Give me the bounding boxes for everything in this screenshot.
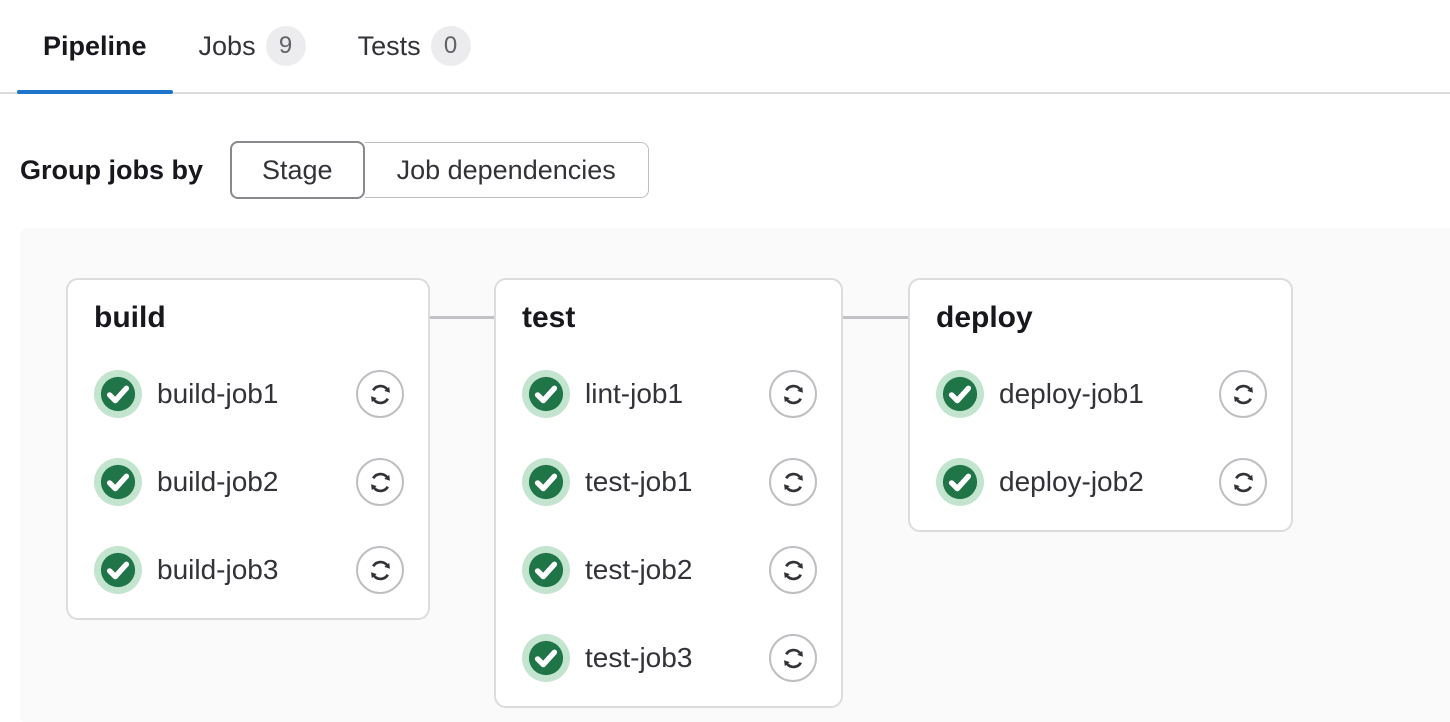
retry-job-button[interactable] [769, 370, 817, 418]
retry-icon [1230, 469, 1257, 496]
retry-icon [780, 469, 807, 496]
stage-job-list: build-job1 build-job2 build-job3 [94, 370, 404, 594]
stage-card-build: build build-job1 build-job2 build-job3 [66, 278, 430, 620]
retry-job-button[interactable] [769, 458, 817, 506]
retry-job-button[interactable] [769, 634, 817, 682]
group-jobs-by-row: Group jobs by Stage Job dependencies [20, 141, 1450, 199]
job-name-link[interactable]: build-job2 [157, 466, 278, 498]
group-by-stage-button[interactable]: Stage [230, 141, 365, 199]
retry-icon [367, 381, 394, 408]
group-jobs-by-label: Group jobs by [20, 155, 203, 186]
tab-jobs-label: Jobs [199, 31, 256, 62]
job-row[interactable]: deploy-job1 [936, 370, 1267, 418]
retry-icon [367, 557, 394, 584]
stage-connector-test-deploy [841, 316, 910, 319]
status-success-icon [522, 634, 570, 682]
status-success-icon [936, 370, 984, 418]
job-row[interactable]: build-job3 [94, 546, 404, 594]
retry-icon [780, 645, 807, 672]
retry-job-button[interactable] [356, 458, 404, 506]
retry-job-button[interactable] [356, 546, 404, 594]
status-success-icon [522, 546, 570, 594]
job-row[interactable]: build-job2 [94, 458, 404, 506]
tab-pipeline[interactable]: Pipeline [17, 0, 173, 92]
group-by-segmented-control: Stage Job dependencies [230, 141, 649, 199]
status-success-icon [522, 458, 570, 506]
status-success-icon [94, 546, 142, 594]
stage-job-list: lint-job1 test-job1 test-job2 [522, 370, 817, 682]
job-row[interactable]: test-job3 [522, 634, 817, 682]
retry-job-button[interactable] [1219, 370, 1267, 418]
status-success-icon [94, 458, 142, 506]
tab-tests[interactable]: Tests 0 [332, 0, 497, 92]
job-name-link[interactable]: build-job3 [157, 554, 278, 586]
stage-job-list: deploy-job1 deploy-job2 [936, 370, 1267, 506]
job-row[interactable]: deploy-job2 [936, 458, 1267, 506]
tab-tests-label: Tests [358, 31, 421, 62]
job-row[interactable]: test-job1 [522, 458, 817, 506]
stage-card-deploy: deploy deploy-job1 deploy-job2 [908, 278, 1293, 532]
stage-title: build [94, 300, 404, 336]
stage-connector-build-test [428, 316, 496, 319]
group-by-job-dependencies-button[interactable]: Job dependencies [365, 142, 649, 198]
job-name-link[interactable]: deploy-job2 [999, 466, 1144, 498]
status-success-icon [522, 370, 570, 418]
retry-job-button[interactable] [769, 546, 817, 594]
tab-jobs[interactable]: Jobs 9 [173, 0, 332, 92]
status-success-icon [94, 370, 142, 418]
retry-icon [780, 557, 807, 584]
job-name-link[interactable]: build-job1 [157, 378, 278, 410]
jobs-count-badge: 9 [266, 26, 306, 66]
job-row[interactable]: test-job2 [522, 546, 817, 594]
job-name-link[interactable]: test-job1 [585, 466, 692, 498]
job-name-link[interactable]: deploy-job1 [999, 378, 1144, 410]
retry-icon [367, 469, 394, 496]
stage-card-test: test lint-job1 test-job1 test-job2 [494, 278, 843, 708]
status-success-icon [936, 458, 984, 506]
tests-count-badge: 0 [431, 26, 471, 66]
retry-icon [1230, 381, 1257, 408]
job-name-link[interactable]: lint-job1 [585, 378, 683, 410]
retry-job-button[interactable] [356, 370, 404, 418]
job-row[interactable]: build-job1 [94, 370, 404, 418]
tab-pipeline-label: Pipeline [43, 31, 147, 62]
pipeline-detail-tabs: Pipeline Jobs 9 Tests 0 [0, 0, 1450, 94]
retry-icon [780, 381, 807, 408]
job-name-link[interactable]: test-job2 [585, 554, 692, 586]
stage-title: deploy [936, 300, 1267, 336]
retry-job-button[interactable] [1219, 458, 1267, 506]
stage-title: test [522, 300, 817, 336]
job-name-link[interactable]: test-job3 [585, 642, 692, 674]
job-row[interactable]: lint-job1 [522, 370, 817, 418]
pipeline-graph: build build-job1 build-job2 build-job3 [20, 228, 1450, 722]
